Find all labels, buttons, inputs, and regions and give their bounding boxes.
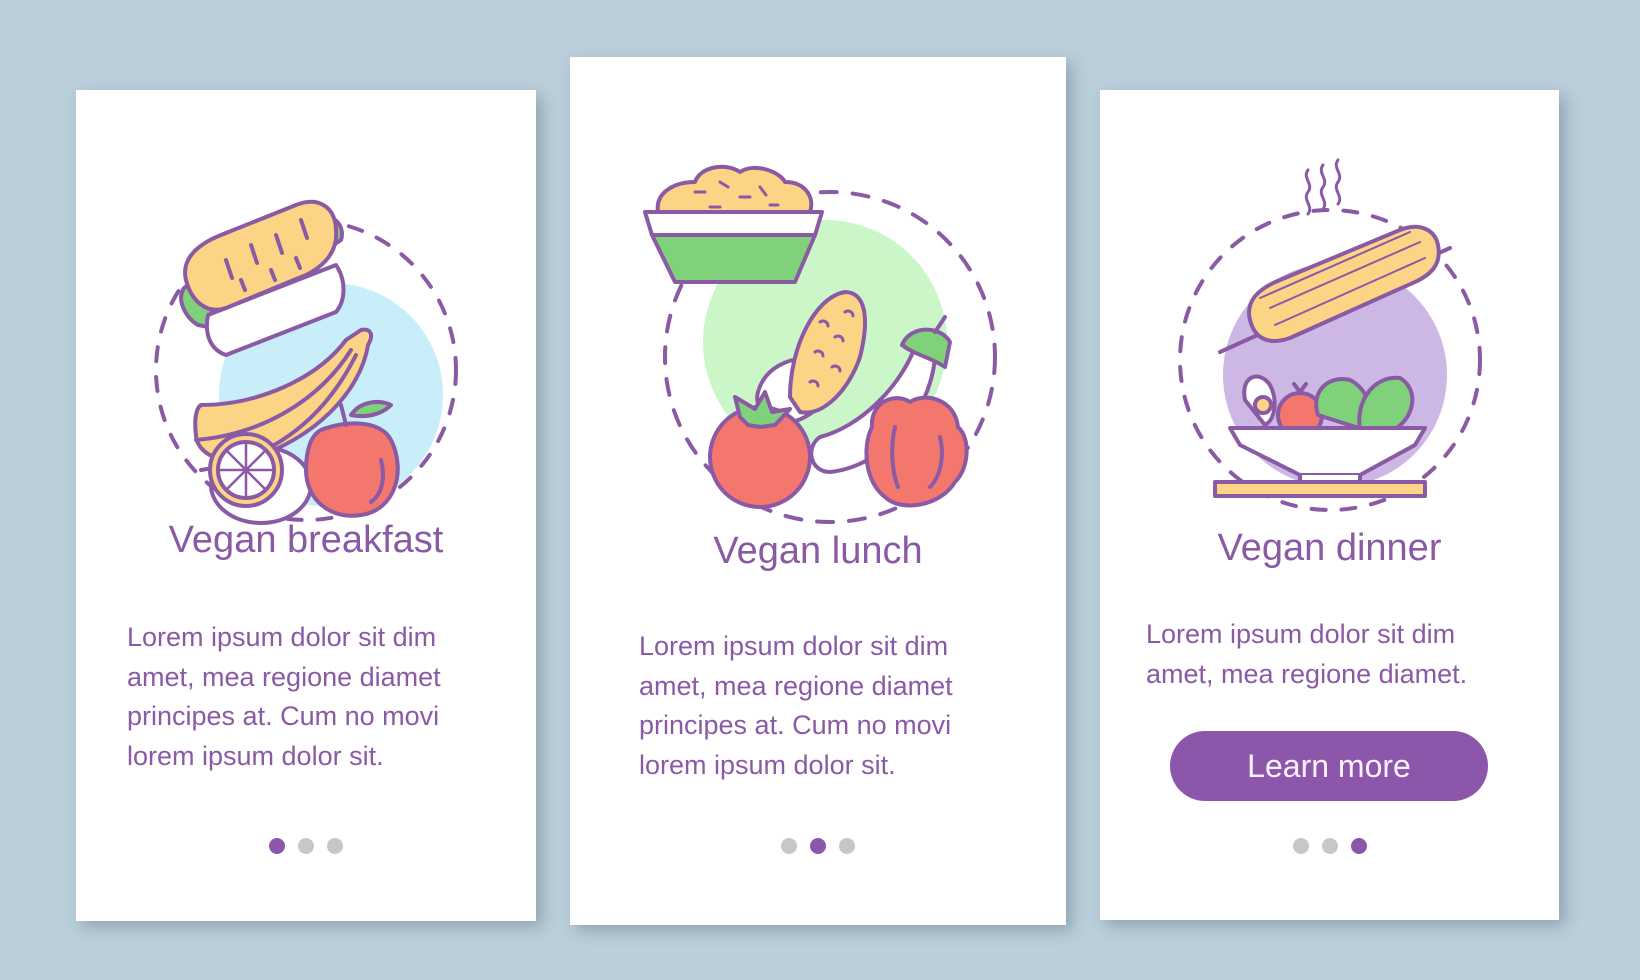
screen-description: Lorem ipsum dolor sit dim amet, mea regi… <box>639 631 953 780</box>
page-dot-1-active[interactable] <box>269 838 285 854</box>
screen-description: Lorem ipsum dolor sit dim amet, mea regi… <box>127 622 441 771</box>
page-dot-2[interactable] <box>298 838 314 854</box>
salad-bowl-icon <box>1213 374 1427 498</box>
page-dot-3-active[interactable] <box>1350 838 1367 854</box>
onboarding-screen-breakfast: Vegan breakfast Lorem ipsum dolor sit di… <box>76 90 536 921</box>
page-dot-1[interactable] <box>781 838 797 854</box>
page-indicator <box>570 838 1066 854</box>
lunch-illustration <box>640 127 1000 527</box>
bell-pepper-icon <box>864 395 969 508</box>
screen-title: Vegan lunch <box>713 530 923 572</box>
steam-icon <box>1304 158 1342 216</box>
rice-bowl-icon <box>643 164 824 284</box>
page-dot-3[interactable] <box>327 838 343 854</box>
screen-description: Lorem ipsum dolor sit dim amet, mea regi… <box>1146 619 1468 689</box>
dinner-illustration <box>1160 130 1500 530</box>
onboarding-screen-dinner: Vegan dinner Lorem ipsum dolor sit dim a… <box>1100 90 1559 920</box>
screen-title: Vegan breakfast <box>168 519 444 561</box>
breakfast-illustration <box>146 150 466 530</box>
page-dot-1[interactable] <box>1292 838 1309 854</box>
learn-more-button[interactable]: Learn more <box>1170 731 1488 801</box>
page-dot-2-active[interactable] <box>810 838 826 854</box>
page-indicator <box>76 838 536 854</box>
page-indicator <box>1100 838 1559 854</box>
page-dot-2[interactable] <box>1321 838 1338 854</box>
onboarding-screen-lunch: Vegan lunch Lorem ipsum dolor sit dim am… <box>570 57 1066 925</box>
screen-title: Vegan dinner <box>1217 527 1442 569</box>
page-dot-3[interactable] <box>839 838 855 854</box>
